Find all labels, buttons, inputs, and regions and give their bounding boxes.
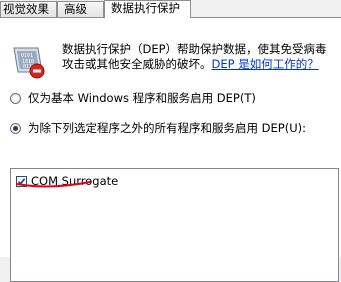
dep-option-essential[interactable]: 仅为基本 Windows 程序和服务启用 DEP(T): [10, 90, 256, 106]
dep-help-link[interactable]: DEP 是如何工作的？: [212, 57, 319, 71]
red-underline-annotation: [16, 181, 91, 188]
tab-visual-effects[interactable]: 视觉效果: [0, 1, 57, 17]
tab-advanced[interactable]: 高级: [57, 1, 104, 17]
dep-shield-icon: 0101 1010 0110: [8, 42, 48, 82]
dep-option-all-except-label: 为除下列选定程序之外的所有程序和服务启用 DEP(U):: [28, 121, 306, 135]
radio-button-selected[interactable]: [10, 122, 21, 134]
dep-description: 数据执行保护（DEP）帮助保护数据，使其免受病毒攻击或其他安全威胁的破坏。DEP…: [62, 42, 337, 72]
tab-label: 高级: [64, 2, 87, 16]
tab-label: 数据执行保护: [111, 1, 180, 15]
dep-option-essential-label: 仅为基本 Windows 程序和服务启用 DEP(T): [28, 91, 256, 105]
dep-panel: 0101 1010 0110 数据执行保护（DEP）帮助保护数据，使其免受病毒攻…: [0, 17, 341, 282]
tab-data-execution-prevention[interactable]: 数据执行保护: [104, 0, 191, 18]
radio-button[interactable]: [10, 92, 21, 104]
tab-strip: 视觉效果 高级 数据执行保护: [0, 0, 341, 18]
dep-option-all-except[interactable]: 为除下列选定程序之外的所有程序和服务启用 DEP(U):: [10, 120, 306, 136]
tab-label: 视觉效果: [3, 2, 49, 16]
